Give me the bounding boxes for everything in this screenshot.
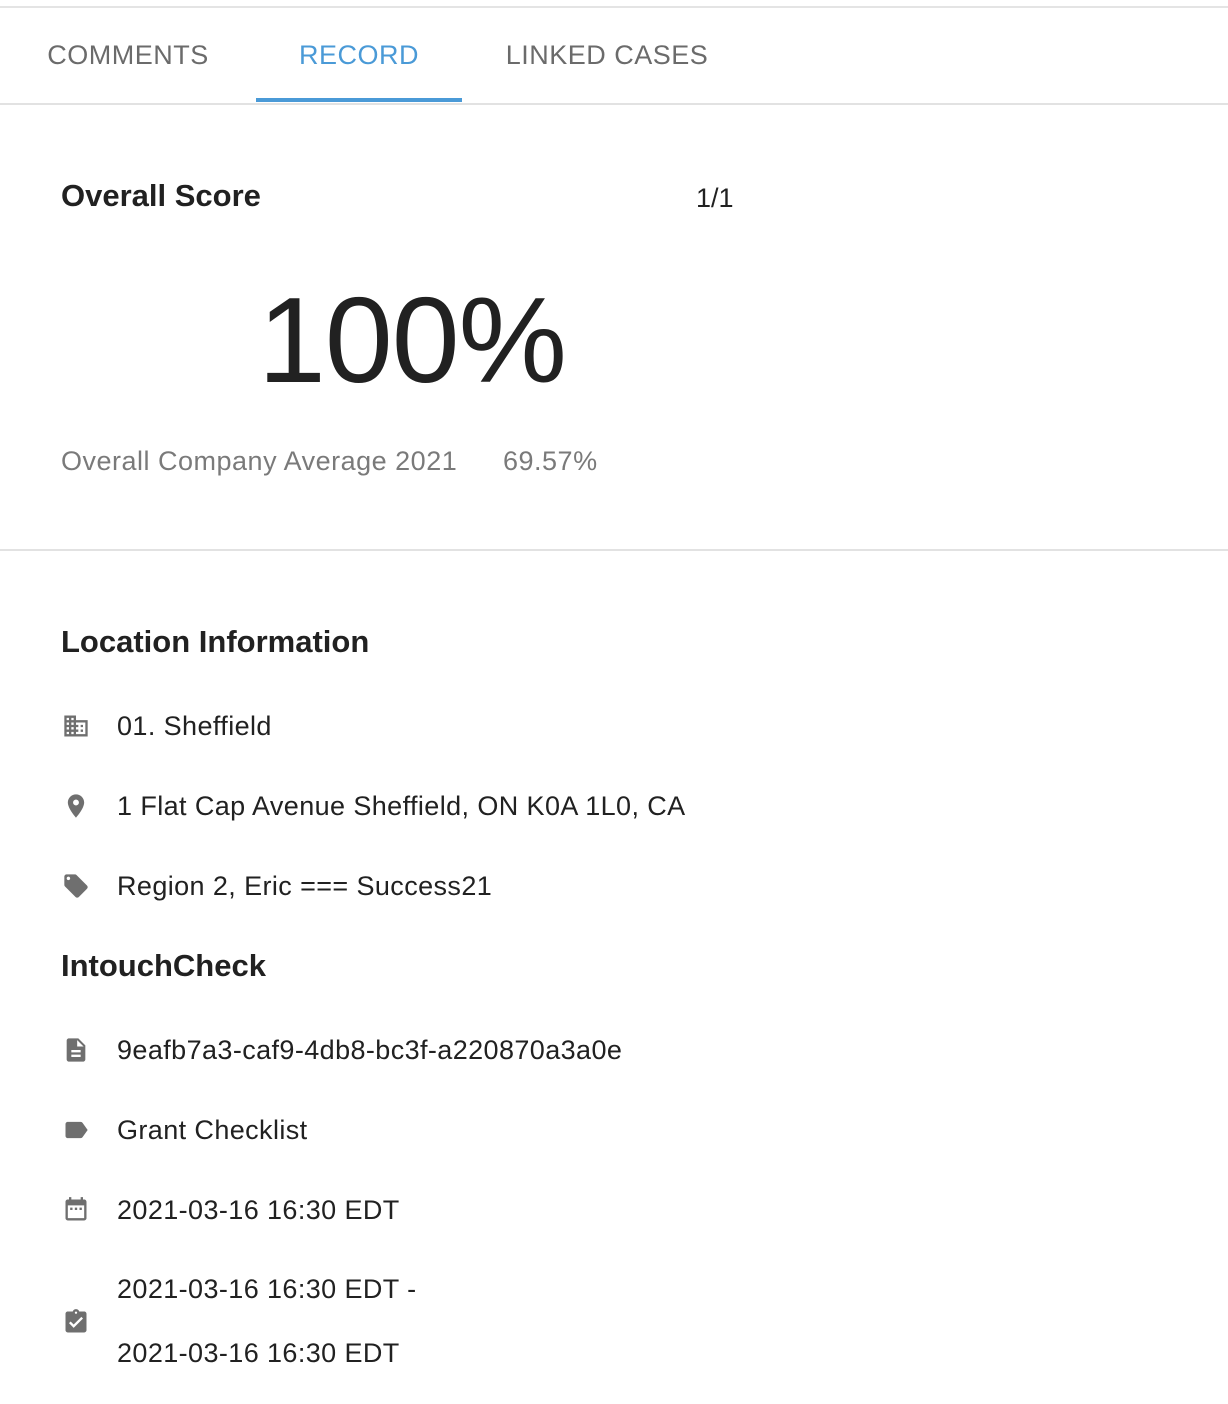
- tab-bar: COMMENTS RECORD LINKED CASES: [0, 8, 1228, 105]
- check-range-icon-row: [61, 1302, 91, 1342]
- check-section-title: IntouchCheck: [61, 948, 266, 983]
- tab-record[interactable]: RECORD: [256, 8, 462, 103]
- check-range-end: 2021-03-16 16:30 EDT: [117, 1338, 400, 1368]
- location-section-title: Location Information: [61, 624, 370, 659]
- location-pin-icon: [61, 791, 91, 821]
- tag-icon: [61, 871, 91, 901]
- document-icon: [61, 1035, 91, 1065]
- company-average-value: 69.57%: [503, 446, 598, 476]
- building-icon: [61, 711, 91, 741]
- check-date: 2021-03-16 16:30 EDT: [117, 1194, 400, 1225]
- tab-comments[interactable]: COMMENTS: [0, 8, 256, 103]
- clipboard-check-icon: [61, 1307, 91, 1337]
- active-tab-indicator: [256, 98, 462, 102]
- check-range-start: 2021-03-16 16:30 EDT -: [117, 1274, 417, 1304]
- location-address: 1 Flat Cap Avenue Sheffield, ON K0A 1L0,…: [117, 790, 686, 821]
- label-icon: [61, 1115, 91, 1145]
- company-average-label: Overall Company Average 2021: [61, 446, 458, 476]
- check-id-row: 9eafb7a3-caf9-4db8-bc3f-a220870a3a0e: [61, 1030, 622, 1070]
- score-count: 1/1: [696, 183, 734, 213]
- location-tags: Region 2, Eric === Success21: [117, 870, 493, 901]
- calendar-icon: [61, 1195, 91, 1225]
- location-name: 01. Sheffield: [117, 710, 272, 741]
- tab-linked-cases[interactable]: LINKED CASES: [462, 8, 752, 103]
- score-value: 100%: [258, 272, 567, 408]
- location-name-row: 01. Sheffield: [61, 706, 271, 746]
- checklist-name: Grant Checklist: [117, 1114, 308, 1145]
- check-date-row: 2021-03-16 16:30 EDT: [61, 1190, 399, 1230]
- location-address-row: 1 Flat Cap Avenue Sheffield, ON K0A 1L0,…: [61, 786, 685, 826]
- score-title: Overall Score: [61, 178, 261, 213]
- check-id: 9eafb7a3-caf9-4db8-bc3f-a220870a3a0e: [117, 1034, 623, 1065]
- section-divider: [0, 549, 1228, 551]
- location-tags-row: Region 2, Eric === Success21: [61, 866, 492, 906]
- checklist-name-row: Grant Checklist: [61, 1110, 307, 1150]
